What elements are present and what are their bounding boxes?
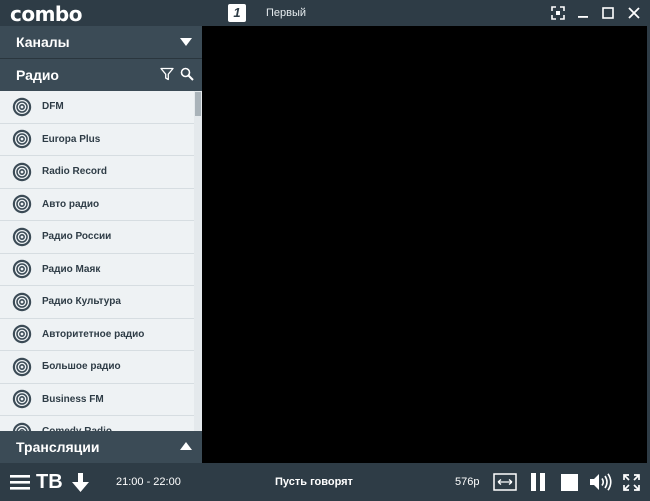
radio-disc-icon	[12, 390, 32, 409]
radio-station-label: Авто радио	[42, 198, 100, 210]
filter-icon	[160, 67, 174, 81]
player-control-bar: ТВ 21:00 - 22:00 Пусть говорят 576p	[0, 463, 650, 501]
broadcasts-section-header[interactable]: Трансляции	[0, 431, 202, 463]
aspect-ratio-button[interactable]	[493, 463, 517, 501]
volume-button[interactable]	[590, 463, 612, 501]
broadcasts-label: Трансляции	[16, 439, 100, 455]
radio-station-list: DFM Europa Plus Radio Record Авто радио Ради…	[0, 91, 202, 431]
radio-station-item[interactable]: Europa Plus	[0, 123, 202, 156]
search-icon	[180, 67, 194, 81]
channel-logo: 1	[228, 4, 246, 22]
radio-station-label: DFM	[42, 101, 64, 113]
channels-label: Каналы	[16, 34, 70, 50]
program-title: Пусть говорят	[275, 476, 353, 488]
radio-disc-icon	[12, 422, 32, 431]
radio-station-label: Business FM	[42, 393, 104, 405]
radio-disc-icon	[12, 130, 32, 149]
radio-station-item[interactable]: Business FM	[0, 383, 202, 416]
quality-label: 576p	[455, 476, 480, 488]
chevron-down-icon	[180, 38, 192, 46]
hamburger-menu-icon	[10, 475, 30, 490]
maximize-button[interactable]	[598, 3, 618, 23]
radio-section-header: Радио	[0, 59, 202, 91]
scrollbar[interactable]	[194, 91, 202, 431]
radio-disc-icon	[12, 260, 32, 279]
radio-station-item[interactable]: Большое радио	[0, 351, 202, 384]
tv-label: ТВ	[36, 470, 63, 493]
maximize-icon	[602, 7, 614, 19]
radio-station-item[interactable]: Радио России	[0, 221, 202, 254]
speaker-icon	[590, 473, 612, 491]
download-button[interactable]	[72, 463, 89, 501]
fullscreen-icon	[551, 6, 565, 20]
pause-button[interactable]	[530, 463, 546, 501]
radio-disc-icon	[12, 292, 32, 311]
close-icon	[628, 7, 640, 19]
chevron-up-icon	[180, 442, 192, 450]
radio-station-label: Радио Маяк	[42, 263, 101, 275]
radio-station-label: Радио России	[42, 231, 112, 243]
radio-station-item[interactable]: Авторитетное радио	[0, 318, 202, 351]
radio-station-label: Europa Plus	[42, 133, 101, 145]
radio-station-label: Radio Record	[42, 166, 108, 178]
quality-selector[interactable]: 576p	[455, 463, 479, 501]
fullscreen-window-button[interactable]	[548, 3, 568, 23]
radio-station-item[interactable]: DFM	[0, 91, 202, 124]
radio-station-item[interactable]: Авто радио	[0, 188, 202, 221]
filter-button[interactable]	[160, 67, 174, 83]
radio-label: Радио	[16, 67, 59, 83]
radio-station-item[interactable]: Радио Маяк	[0, 253, 202, 286]
radio-disc-icon	[12, 195, 32, 214]
pause-icon	[531, 473, 545, 491]
radio-station-item[interactable]: Радио Культура	[0, 286, 202, 319]
expand-icon	[623, 473, 640, 491]
radio-disc-icon	[12, 227, 32, 246]
radio-station-item[interactable]: Radio Record	[0, 156, 202, 189]
radio-disc-icon	[12, 162, 32, 181]
radio-station-item[interactable]: Comedy Radio	[0, 416, 202, 431]
aspect-ratio-icon	[493, 473, 517, 491]
channel-name: Первый	[266, 7, 307, 19]
radio-station-label: Авторитетное радио	[42, 328, 145, 340]
search-button[interactable]	[180, 67, 194, 83]
radio-disc-icon	[12, 357, 32, 376]
tv-button[interactable]: ТВ	[36, 463, 63, 501]
scrollbar-thumb[interactable]	[195, 92, 201, 116]
sidebar: Каналы Радио DFM Europa Plus Radio Record А…	[0, 26, 202, 463]
title-bar: combo 1 Первый	[0, 0, 650, 26]
menu-button[interactable]	[10, 463, 30, 501]
minimize-icon	[578, 16, 588, 18]
program-time: 21:00 - 22:00	[116, 476, 181, 488]
radio-station-label: Радио Культура	[42, 296, 121, 308]
stop-icon	[561, 473, 578, 491]
video-area[interactable]	[202, 26, 650, 463]
radio-disc-icon	[12, 97, 32, 116]
minimize-button[interactable]	[573, 3, 593, 23]
stop-button[interactable]	[561, 463, 578, 501]
radio-disc-icon	[12, 325, 32, 344]
radio-station-label: Большое радио	[42, 361, 121, 373]
fullscreen-button[interactable]	[623, 463, 640, 501]
app-logo: combo	[10, 2, 83, 26]
arrow-down-icon	[72, 472, 89, 492]
close-button[interactable]	[624, 3, 644, 23]
channels-section-header[interactable]: Каналы	[0, 26, 202, 59]
